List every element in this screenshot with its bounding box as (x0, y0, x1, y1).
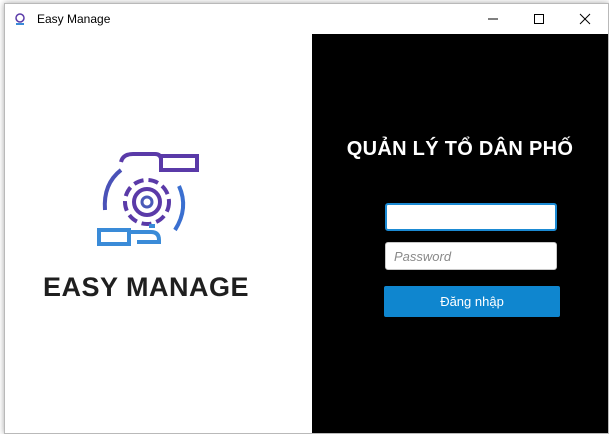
minimize-icon (488, 18, 498, 20)
page-title: QUẢN LÝ TỔ DÂN PHỐ (346, 138, 574, 160)
minimize-button[interactable] (470, 4, 516, 34)
window-title: Easy Manage (37, 12, 111, 26)
window-controls (470, 4, 608, 34)
gear-hands-logo-icon (97, 152, 199, 246)
branding-panel: EASY MANAGE (5, 34, 312, 433)
username-input[interactable] (385, 203, 557, 231)
password-input[interactable] (385, 242, 557, 270)
app-window: Easy Manage EASY MANAGE QUẢN LÝ TỔ DÂN P… (4, 3, 609, 434)
brand-wordmark: EASY MANAGE (42, 272, 250, 302)
login-button[interactable]: Đăng nhập (384, 286, 560, 317)
close-button[interactable] (562, 4, 608, 34)
maximize-icon (534, 14, 544, 24)
title-bar[interactable]: Easy Manage (5, 4, 608, 34)
maximize-button[interactable] (516, 4, 562, 34)
login-panel: QUẢN LÝ TỔ DÂN PHỐ Đăng nhập (312, 34, 608, 433)
close-icon (579, 13, 591, 25)
app-logo-icon (12, 11, 28, 27)
